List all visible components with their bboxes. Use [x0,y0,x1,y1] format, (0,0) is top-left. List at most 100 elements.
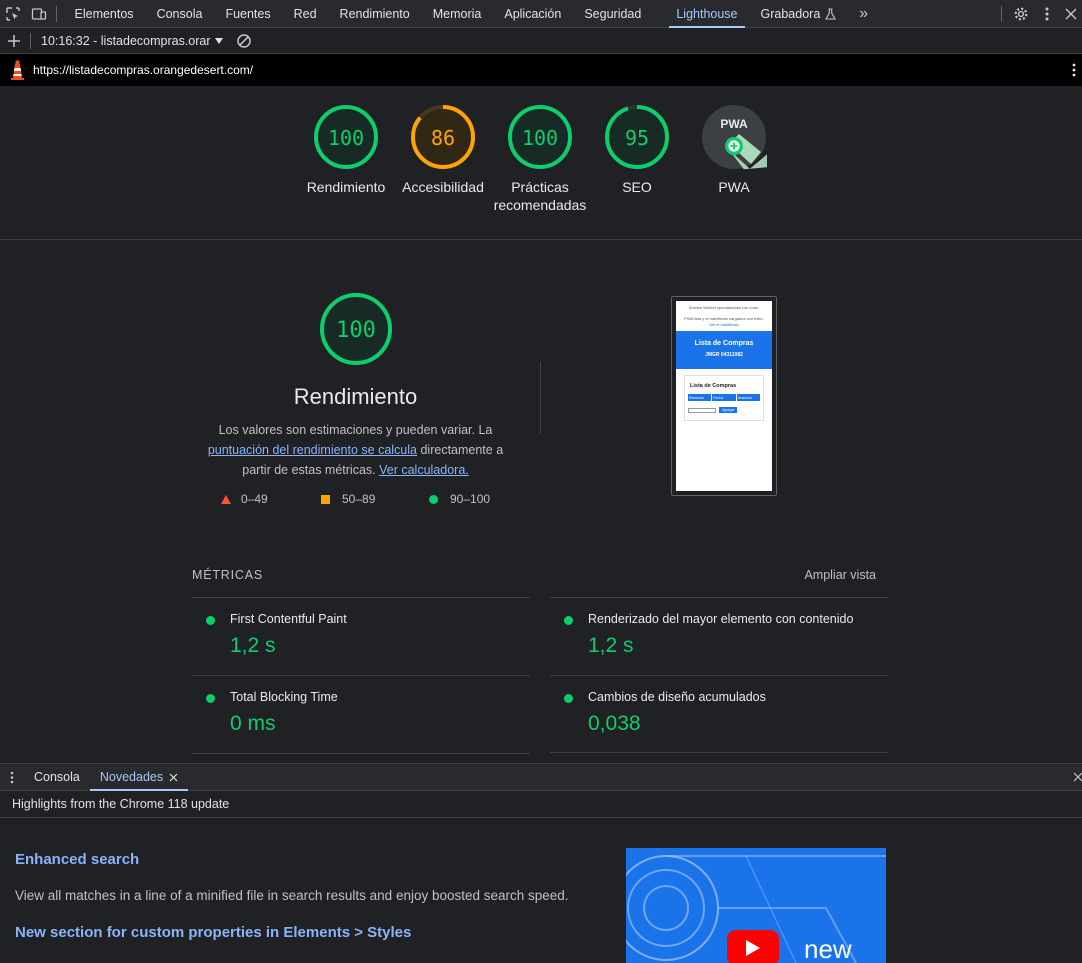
gauge-performance-label: Rendimiento [306,179,386,195]
metric-cls-title: Cambios de diseño acumulados [588,690,766,704]
gauge-accessibility-label: Accesibilidad [402,179,484,195]
expand-view-toggle[interactable]: Ampliar vista [804,568,876,582]
screenshot-header-sub: JMGR 04311082 [705,352,743,358]
metric-lcp-title: Renderizado del mayor elemento con conte… [588,612,854,626]
gauge-best-practices-ring: 100 [508,105,572,169]
performance-description: Los valores son estimaciones y pueden va… [192,420,519,480]
screenshot-header: Lista de Compras JMGR 04311082 [676,331,772,369]
drawer-tab-consola[interactable]: Consola [24,764,90,791]
devtools-toolbar: Elementos Consola Fuentes Red Rendimient… [0,0,1082,28]
whats-new-heading: Highlights from the Chrome 118 update [0,791,1082,818]
legend-pass-label: 90–100 [450,492,491,506]
metric-lcp: Renderizado del mayor elemento con conte… [550,597,888,675]
gauge-best-practices[interactable]: 100 Prácticas recomendadas [490,104,590,214]
whats-new-video-thumbnail[interactable]: new [626,848,886,963]
tab-fuentes[interactable]: Fuentes [214,0,282,28]
metrics-bottom-rule-right [550,752,888,753]
gauge-seo-ring: 95 [605,105,669,169]
close-tab-icon[interactable] [169,773,178,782]
legend-average: 50–89 [321,492,375,506]
news-item-1-title[interactable]: Enhanced search [15,851,139,868]
report-url-bar: https://listadecompras.orangedesert.com/ [0,54,1082,86]
tab-consola[interactable]: Consola [145,0,214,28]
metric-lcp-status-icon [564,616,573,625]
lighthouse-logo-icon [10,60,25,80]
metric-fcp-status-icon [206,616,215,625]
screenshot-col1: Elemento [689,395,704,400]
gauge-accessibility-score: 86 [431,126,455,150]
performance-title: Rendimiento [293,384,418,409]
final-screenshot-screen: Service Worker ejecutándose con éxito. P… [676,301,772,491]
report-url[interactable]: https://listadecompras.orangedesert.com/ [33,63,253,77]
toolbar-divider [56,5,57,22]
screenshot-line1: Service Worker ejecutándose con éxito. [688,305,760,310]
device-toolbar-icon[interactable] [26,0,52,28]
close-drawer-icon[interactable] [1073,772,1082,782]
gauge-seo[interactable]: 95 SEO [587,104,687,196]
gauge-best-practices-label: Prácticas recomendadas [493,179,587,213]
screenshot-card: Lista de Compras Elemento Fecha Acciones… [684,375,764,421]
new-report-plus-icon[interactable] [0,27,28,55]
flask-icon [825,7,837,20]
metric-cls: Cambios de diseño acumulados 0,038 [550,675,888,753]
score-legend: 0–49 50–89 90–100 [192,492,522,510]
more-tabs-button[interactable]: » [848,0,880,28]
news-item-2-title[interactable]: New section for custom properties in Ele… [15,924,411,941]
metric-lcp-value: 1,2 s [588,634,634,657]
legend-average-square-icon [321,494,330,504]
tab-memoria[interactable]: Memoria [421,0,493,28]
legend-pass: 90–100 [429,492,490,506]
drawer-menu-icon[interactable] [0,763,24,791]
tab-seguridad[interactable]: Seguridad [573,0,653,28]
bar2-divider [30,32,31,49]
chevron-down-icon [214,37,223,44]
report-select[interactable]: 10:16:32 - listadecompras.orar [41,34,223,48]
report-menu-icon[interactable] [1072,63,1076,77]
performance-big-score: 100 [336,318,376,343]
gauge-performance[interactable]: 100 Rendimiento [296,104,396,196]
screenshot-input-row: Agregar [688,407,763,413]
drawer-tab-novedades-label: Novedades [99,769,164,784]
tab-elementos[interactable]: Elementos [63,0,145,28]
score-calc-link[interactable]: puntuación del rendimiento se calcula [208,443,417,457]
tab-grabadora-label: Grabadora [760,6,821,21]
screenshot-input [688,407,716,413]
tab-red[interactable]: Red [282,0,328,28]
gauge-performance-ring: 100 [314,105,378,169]
clear-all-icon[interactable] [231,27,257,55]
performance-big-ring: 100 [320,293,392,365]
tab-lighthouse[interactable]: Lighthouse [665,0,749,28]
metrics-header: MÉTRICAS Ampliar vista [192,568,888,598]
legend-fail-triangle-icon [221,494,231,504]
screenshot-card-title: Lista de Compras [690,383,737,389]
screenshot-table-header: Elemento Fecha Acciones [688,394,760,401]
gauge-accessibility[interactable]: 86 Accesibilidad [393,104,493,196]
performance-divider [540,362,541,434]
pwa-badge-text: PWA [720,117,748,131]
screenshot-line3: Ver el manifiesto [709,322,739,327]
tab-rendimiento[interactable]: Rendimiento [328,0,421,28]
tab-aplicacion[interactable]: Aplicación [493,0,573,28]
tab-grabadora[interactable]: Grabadora [749,0,848,28]
whats-new-panel: Enhanced search View all matches in a li… [0,818,1082,963]
screenshot-col2: Fecha [711,394,735,401]
close-devtools-icon[interactable] [1060,0,1082,28]
more-options-icon[interactable] [1034,0,1060,28]
drawer-tab-novedades[interactable]: Novedades [89,764,189,791]
settings-gear-icon[interactable] [1008,0,1034,28]
pwa-badge-icon: PWA [702,105,767,170]
legend-fail: 0–49 [221,492,268,506]
final-screenshot[interactable]: Service Worker ejecutándose con éxito. P… [671,296,777,496]
metric-tbt: Total Blocking Time 0 ms [192,675,530,753]
calculator-link[interactable]: Ver calculadora. [379,463,469,477]
metrics-heading: MÉTRICAS [192,568,263,582]
legend-pass-circle-icon [429,494,438,504]
metric-cls-status-icon [564,694,573,703]
screenshot-col3: Acciones [735,394,760,401]
metric-tbt-value: 0 ms [230,712,276,735]
inspect-element-icon[interactable] [0,0,26,28]
metric-fcp: First Contentful Paint 1,2 s [192,597,530,675]
gauge-pwa[interactable]: PWA PWA [684,104,784,196]
drawer-tab-bar: Consola Novedades [0,763,1082,791]
news-item-1-desc: View all matches in a line of a minified… [15,888,569,903]
